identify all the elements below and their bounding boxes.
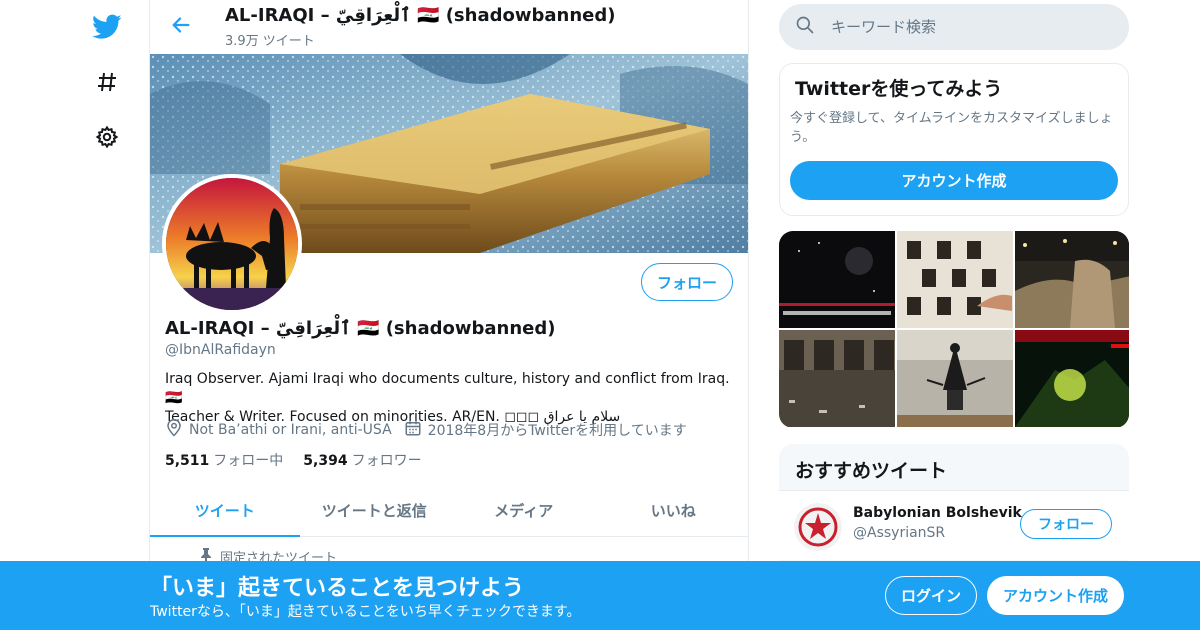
- location-pin-icon: [165, 419, 189, 441]
- search-input[interactable]: [831, 18, 1101, 36]
- gear-icon[interactable]: [92, 122, 122, 152]
- profile-avatar[interactable]: [162, 174, 302, 314]
- tab-tweets-and-replies[interactable]: ツイートと返信: [300, 484, 450, 536]
- media-gallery: [779, 231, 1129, 428]
- recommended-user-avatar[interactable]: [794, 503, 842, 551]
- create-account-button[interactable]: アカウント作成: [790, 161, 1118, 200]
- tab-media[interactable]: メディア: [449, 484, 599, 536]
- media-thumbnail[interactable]: [779, 231, 895, 328]
- profile-column: AL-IRAQI – ٱلْعِرَاقِيّ 🇮🇶 (shadowbanned…: [149, 0, 749, 630]
- media-thumbnail[interactable]: [779, 330, 895, 427]
- media-thumbnail[interactable]: [897, 231, 1013, 328]
- follow-button[interactable]: フォロー: [641, 263, 733, 301]
- recommended-user[interactable]: Babylonian Bolshevik @AssyrianSR フォロー: [779, 490, 1129, 560]
- tab-tweets[interactable]: ツイート: [150, 484, 300, 537]
- login-button[interactable]: ログイン: [885, 576, 977, 615]
- location: Not Ba’athi or Irani, anti-USA: [165, 419, 392, 441]
- display-name: AL-IRAQI – ٱلْعِرَاقِيّ 🇮🇶 (shadowbanned…: [165, 318, 556, 339]
- signup-button[interactable]: アカウント作成: [987, 576, 1124, 615]
- signup-card-title: Twitterを使ってみよう: [795, 78, 1003, 100]
- back-arrow-icon[interactable]: [168, 12, 194, 38]
- signup-card-description: 今すぐ登録して、タイムラインをカスタマイズしましょう。: [790, 111, 1113, 145]
- hashtag-icon[interactable]: [92, 67, 122, 97]
- signup-banner: 「いま」起きていることを見つけよう Twitterなら、「いま」起きていることを…: [0, 561, 1200, 630]
- followers-count[interactable]: 5,394 フォロワー: [303, 450, 421, 470]
- tab-likes[interactable]: いいね: [599, 484, 749, 536]
- media-thumbnail[interactable]: [1015, 330, 1129, 427]
- user-handle: @IbnAlRafidayn: [165, 342, 276, 358]
- signup-card: Twitterを使ってみよう 今すぐ登録して、タイムラインをカスタマイズしましょ…: [779, 63, 1129, 216]
- recommended-follow-button[interactable]: フォロー: [1020, 509, 1112, 539]
- media-thumbnail[interactable]: [1015, 231, 1129, 328]
- recommended-user-name: Babylonian Bolshevik: [853, 505, 1022, 521]
- following-label: フォロー中: [213, 453, 284, 469]
- following-count[interactable]: 5,511 フォロー中: [165, 450, 283, 470]
- profile-header: AL-IRAQI – ٱلْعِرَاقِيّ 🇮🇶 (shadowbanned…: [150, 0, 748, 54]
- bio-line: Iraq Observer. Ajami Iraqi who documents…: [165, 371, 730, 406]
- media-thumbnail[interactable]: [897, 330, 1013, 427]
- profile-meta: Not Ba’athi or Irani, anti-USA 2018年8月から…: [165, 419, 699, 441]
- tweet-count: 3.9万 ツイート: [225, 34, 315, 49]
- following-number: 5,511: [165, 453, 210, 469]
- twitter-logo-icon[interactable]: [92, 12, 122, 42]
- follow-counts: 5,511 フォロー中 5,394 フォロワー: [165, 450, 442, 470]
- header-title: AL-IRAQI – ٱلْعِرَاقِيّ 🇮🇶 (shadowbanned…: [225, 5, 616, 26]
- followers-number: 5,394: [303, 453, 348, 469]
- calendar-icon: [404, 419, 428, 441]
- search-icon: [795, 15, 815, 39]
- join-date-text: 2018年8月からTwitterを利用しています: [427, 423, 687, 439]
- search-box: [779, 4, 1129, 50]
- recommended-title: おすすめツイート: [795, 460, 948, 482]
- location-text: Not Ba’athi or Irani, anti-USA: [189, 422, 392, 438]
- join-date: 2018年8月からTwitterを利用しています: [404, 419, 687, 441]
- signup-banner-subtitle: Twitterなら、「いま」起きていることをいち早くチェックできます。: [150, 604, 581, 620]
- profile-tabs: ツイート ツイートと返信 メディア いいね: [150, 484, 748, 537]
- page: AL-IRAQI – ٱلْعِرَاقِيّ 🇮🇶 (shadowbanned…: [0, 0, 1200, 630]
- signup-banner-title: 「いま」起きていることを見つけよう: [150, 576, 525, 601]
- followers-label: フォロワー: [351, 453, 422, 469]
- recommended-user-handle: @AssyrianSR: [853, 525, 946, 541]
